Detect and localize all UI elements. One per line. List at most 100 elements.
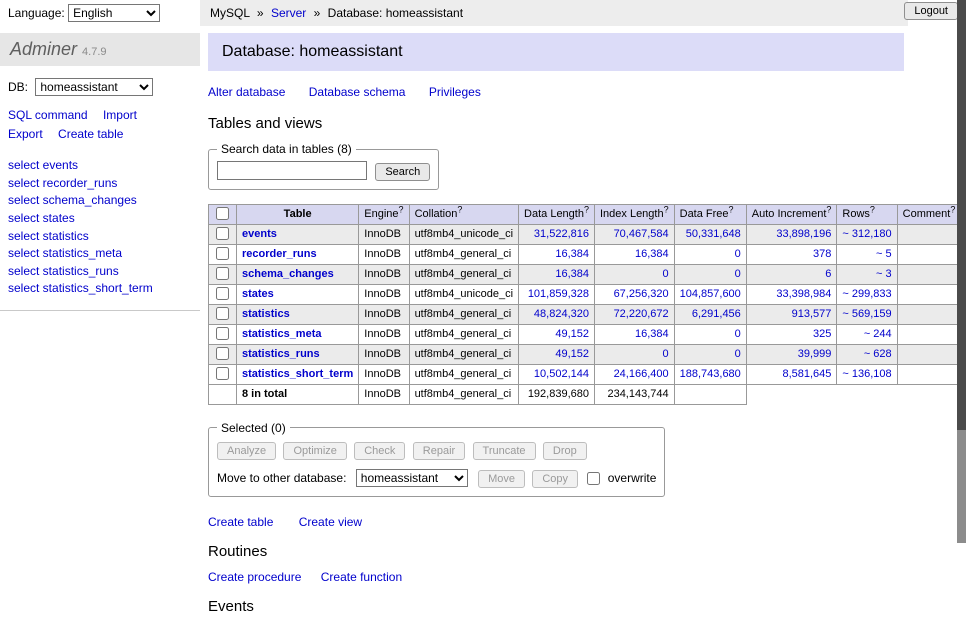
- sidebar-item-import[interactable]: Import: [103, 108, 137, 122]
- auto-increment-link[interactable]: 913,577: [792, 308, 832, 320]
- sidebar-item-select-statistics-short-term[interactable]: select statistics_short_term: [8, 280, 200, 298]
- create-function-link[interactable]: Create function: [321, 570, 402, 584]
- data-free-link[interactable]: 0: [735, 268, 741, 280]
- rows-link[interactable]: ~ 628: [864, 348, 892, 360]
- index-length-link[interactable]: 70,467,584: [614, 228, 669, 240]
- auto-increment-link[interactable]: 33,398,984: [776, 288, 831, 300]
- sidebar-item-select-states[interactable]: select states: [8, 210, 200, 228]
- help-link[interactable]: ?: [950, 204, 955, 214]
- row-checkbox[interactable]: [216, 367, 229, 380]
- row-checkbox[interactable]: [216, 307, 229, 320]
- scrollbar-thumb[interactable]: [957, 0, 966, 430]
- auto-increment-link[interactable]: 378: [813, 248, 831, 260]
- help-link[interactable]: ?: [399, 204, 404, 214]
- rows-link[interactable]: ~ 244: [864, 328, 892, 340]
- index-length-link[interactable]: 67,256,320: [614, 288, 669, 300]
- privileges-link[interactable]: Privileges: [429, 85, 481, 99]
- data-free-link[interactable]: 0: [735, 328, 741, 340]
- data-length-link[interactable]: 31,522,816: [534, 228, 589, 240]
- row-checkbox[interactable]: [216, 287, 229, 300]
- data-length-link[interactable]: 49,152: [555, 328, 589, 340]
- auto-increment-link[interactable]: 6: [825, 268, 831, 280]
- database-schema-link[interactable]: Database schema: [309, 85, 406, 99]
- auto-increment-link[interactable]: 39,999: [798, 348, 832, 360]
- auto-increment-link[interactable]: 33,898,196: [776, 228, 831, 240]
- data-length-link[interactable]: 48,824,320: [534, 308, 589, 320]
- data-free-link[interactable]: 50,331,648: [686, 228, 741, 240]
- index-length-link[interactable]: 0: [663, 268, 669, 280]
- index-length-link[interactable]: 16,384: [635, 328, 669, 340]
- drop-button[interactable]: Drop: [543, 442, 587, 460]
- move-db-select[interactable]: homeassistant: [356, 469, 468, 487]
- create-table-link[interactable]: Create table: [208, 515, 273, 529]
- db-select[interactable]: homeassistant: [35, 78, 153, 96]
- language-select[interactable]: English: [68, 4, 160, 22]
- row-checkbox[interactable]: [216, 347, 229, 360]
- table-link[interactable]: schema_changes: [242, 268, 334, 280]
- sidebar-item-create-table[interactable]: Create table: [58, 127, 123, 141]
- rows-link[interactable]: ~ 569,159: [842, 308, 891, 320]
- select-all-checkbox[interactable]: [216, 207, 229, 220]
- table-link[interactable]: statistics_short_term: [242, 368, 353, 380]
- sidebar-item-export[interactable]: Export: [8, 127, 43, 141]
- check-button[interactable]: Check: [354, 442, 405, 460]
- row-checkbox[interactable]: [216, 247, 229, 260]
- sidebar-item-select-schema-changes[interactable]: select schema_changes: [8, 192, 200, 210]
- index-length-link[interactable]: 24,166,400: [614, 368, 669, 380]
- search-button[interactable]: Search: [375, 163, 430, 181]
- sidebar-item-sql-command[interactable]: SQL command: [8, 108, 88, 122]
- table-link[interactable]: events: [242, 228, 277, 240]
- help-link[interactable]: ?: [870, 204, 875, 214]
- rows-link[interactable]: ~ 5: [876, 248, 892, 260]
- logout-button[interactable]: Logout: [904, 2, 958, 20]
- table-link[interactable]: statistics_runs: [242, 348, 320, 360]
- help-link[interactable]: ?: [584, 204, 589, 214]
- table-link[interactable]: statistics_meta: [242, 328, 322, 340]
- analyze-button[interactable]: Analyze: [217, 442, 276, 460]
- sidebar-item-select-statistics-runs[interactable]: select statistics_runs: [8, 263, 200, 281]
- search-input[interactable]: [217, 161, 367, 180]
- create-procedure-link[interactable]: Create procedure: [208, 570, 301, 584]
- table-link[interactable]: states: [242, 288, 274, 300]
- data-length-link[interactable]: 16,384: [555, 268, 589, 280]
- index-length-link[interactable]: 0: [663, 348, 669, 360]
- table-link[interactable]: recorder_runs: [242, 248, 317, 260]
- create-view-link[interactable]: Create view: [299, 515, 362, 529]
- alter-database-link[interactable]: Alter database: [208, 85, 285, 99]
- scrollbar[interactable]: [957, 0, 966, 543]
- overwrite-checkbox[interactable]: [587, 472, 600, 485]
- copy-button[interactable]: Copy: [532, 470, 578, 488]
- row-checkbox[interactable]: [216, 267, 229, 280]
- rows-link[interactable]: ~ 299,833: [842, 288, 891, 300]
- table-link[interactable]: statistics: [242, 308, 290, 320]
- data-free-link[interactable]: 0: [735, 348, 741, 360]
- row-checkbox[interactable]: [216, 327, 229, 340]
- repair-button[interactable]: Repair: [413, 442, 465, 460]
- data-free-link[interactable]: 6,291,456: [692, 308, 741, 320]
- sidebar-item-select-statistics-meta[interactable]: select statistics_meta: [8, 245, 200, 263]
- help-link[interactable]: ?: [826, 204, 831, 214]
- data-length-link[interactable]: 101,859,328: [528, 288, 589, 300]
- sidebar-item-select-recorder-runs[interactable]: select recorder_runs: [8, 175, 200, 193]
- data-length-link[interactable]: 49,152: [555, 348, 589, 360]
- auto-increment-link[interactable]: 8,581,645: [782, 368, 831, 380]
- auto-increment-link[interactable]: 325: [813, 328, 831, 340]
- index-length-link[interactable]: 72,220,672: [614, 308, 669, 320]
- data-free-link[interactable]: 0: [735, 248, 741, 260]
- help-link[interactable]: ?: [457, 204, 462, 214]
- data-length-link[interactable]: 16,384: [555, 248, 589, 260]
- rows-link[interactable]: ~ 136,108: [842, 368, 891, 380]
- data-length-link[interactable]: 10,502,144: [534, 368, 589, 380]
- data-free-link[interactable]: 104,857,600: [680, 288, 741, 300]
- breadcrumb-server-link[interactable]: Server: [271, 6, 306, 20]
- optimize-button[interactable]: Optimize: [283, 442, 346, 460]
- help-link[interactable]: ?: [664, 204, 669, 214]
- data-free-link[interactable]: 188,743,680: [680, 368, 741, 380]
- move-button[interactable]: Move: [478, 470, 525, 488]
- truncate-button[interactable]: Truncate: [473, 442, 536, 460]
- row-checkbox[interactable]: [216, 227, 229, 240]
- index-length-link[interactable]: 16,384: [635, 248, 669, 260]
- sidebar-item-select-statistics[interactable]: select statistics: [8, 228, 200, 246]
- rows-link[interactable]: ~ 3: [876, 268, 892, 280]
- sidebar-item-select-events[interactable]: select events: [8, 157, 200, 175]
